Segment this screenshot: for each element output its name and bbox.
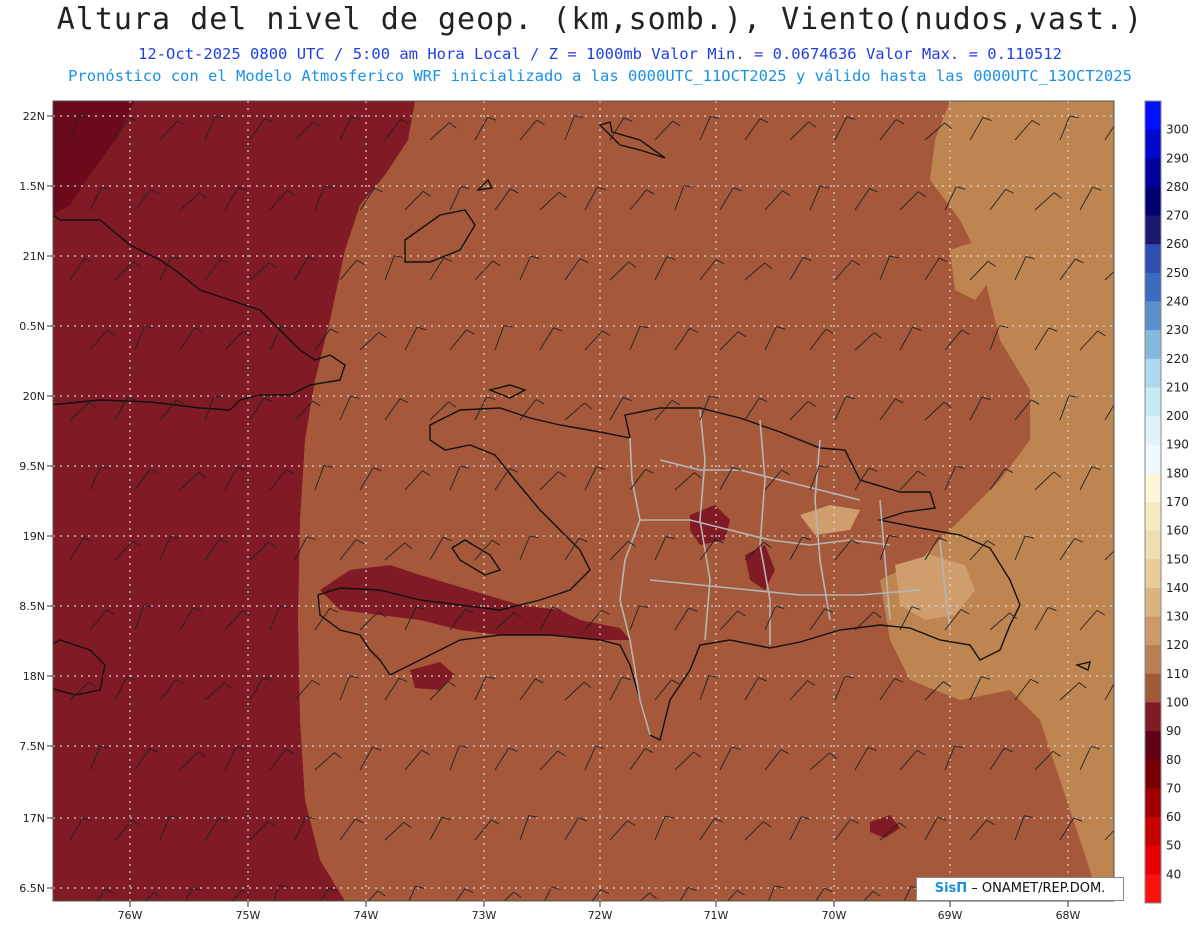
map-title: Altura del nivel de geop. (km,somb.), Vi… xyxy=(56,2,1144,37)
lon-label: 72W xyxy=(588,909,613,922)
colorbar-swatch xyxy=(1145,530,1161,560)
colorbar-swatch xyxy=(1145,788,1161,818)
lat-label: 8.5N xyxy=(19,600,45,613)
colorbar-swatch xyxy=(1145,387,1161,417)
lon-label: 76W xyxy=(118,909,143,922)
lat-label: 19N xyxy=(23,530,45,543)
colorbar-swatch xyxy=(1145,444,1161,474)
colorbar-swatch xyxy=(1145,845,1161,875)
colorbar-swatch xyxy=(1145,874,1161,904)
lat-label: 6.5N xyxy=(19,882,45,895)
colorbar-swatch xyxy=(1145,673,1161,703)
colorbar-label: 90 xyxy=(1166,724,1181,738)
latitude-labels: 22N 1.5N 21N 0.5N 20N 9.5N 19N 8.5N 18N 7.5N 17N 6.… xyxy=(19,110,53,895)
colorbar-label: 240 xyxy=(1166,295,1189,309)
colorbar-label: 270 xyxy=(1166,209,1189,223)
colorbar-swatch xyxy=(1145,186,1161,217)
colorbar-label: 120 xyxy=(1166,638,1189,652)
lon-label: 70W xyxy=(822,909,847,922)
colorbar-label: 40 xyxy=(1166,867,1181,881)
lon-label: 73W xyxy=(472,909,497,922)
colorbar-label: 70 xyxy=(1166,781,1181,795)
colorbar-label: 260 xyxy=(1166,237,1189,251)
lat-label: 17N xyxy=(23,812,45,825)
colorbar-label: 140 xyxy=(1166,581,1189,595)
colorbar-label: 290 xyxy=(1166,151,1189,165)
colorbar-swatch xyxy=(1145,616,1161,646)
colorbar-swatch xyxy=(1145,416,1161,446)
colorbar-swatch xyxy=(1145,473,1161,503)
colorbar-swatch xyxy=(1145,215,1161,245)
colorbar-label: 180 xyxy=(1166,466,1189,480)
colorbar-swatch xyxy=(1145,272,1161,302)
credit-brand: SisΠ xyxy=(934,881,968,896)
colorbar-label: 250 xyxy=(1166,266,1189,280)
subtitle-valid-time: 12-Oct-2025 0800 UTC / 5:00 am Hora Loca… xyxy=(138,45,1062,63)
colorbar-swatch xyxy=(1145,759,1161,789)
colorbar-label: 300 xyxy=(1166,123,1189,137)
lat-label: 1.5N xyxy=(19,180,45,193)
colorbar-swatch xyxy=(1145,587,1161,618)
colorbar-label: 210 xyxy=(1166,380,1189,394)
colorbar-swatch xyxy=(1145,559,1161,589)
wind-barb xyxy=(1125,326,1144,350)
colorbar-swatch xyxy=(1145,101,1161,131)
colorbar-label: 100 xyxy=(1166,696,1189,710)
lat-label: 22N xyxy=(23,110,45,123)
lon-label: 71W xyxy=(704,909,729,922)
colorbar-swatch xyxy=(1145,702,1161,732)
colorbar-swatch xyxy=(1145,817,1161,847)
colorbar-label: 130 xyxy=(1166,610,1189,624)
lat-label: 18N xyxy=(23,670,45,683)
lat-label: 0.5N xyxy=(19,320,45,333)
credit-box: SisΠ – ONAMET/REP.DOM. xyxy=(916,877,1124,901)
colorbar-label: 110 xyxy=(1166,667,1189,681)
colorbar-label: 220 xyxy=(1166,352,1189,366)
lon-label: 74W xyxy=(354,909,379,922)
colorbar: 300 290 280 270 260 250 240 230 220 210 200 190 180 1… xyxy=(1144,100,1189,904)
colorbar-label: 200 xyxy=(1166,409,1189,423)
lon-label: 69W xyxy=(938,909,963,922)
lat-label: 20N xyxy=(23,390,45,403)
wind-barb xyxy=(1125,606,1144,630)
colorbar-swatch xyxy=(1145,330,1161,360)
colorbar-swatch xyxy=(1145,244,1161,274)
colorbar-swatch xyxy=(1145,731,1161,761)
colorbar-label: 60 xyxy=(1166,810,1181,824)
colorbar-label: 50 xyxy=(1166,839,1181,853)
subtitle-model-info: Pronóstico con el Modelo Atmosferico WRF… xyxy=(68,67,1132,85)
colorbar-swatch xyxy=(1145,358,1161,388)
colorbar-label: 160 xyxy=(1166,524,1189,538)
lon-label: 75W xyxy=(236,909,261,922)
colorbar-label: 80 xyxy=(1166,753,1181,767)
colorbar-swatch xyxy=(1145,645,1161,675)
lat-label: 7.5N xyxy=(19,740,45,753)
geopotential-map: 22N 1.5N 21N 0.5N 20N 9.5N 19N 8.5N 18N 7.5N 17N 6.… xyxy=(19,100,1189,922)
colorbar-label: 230 xyxy=(1166,323,1189,337)
plot-area xyxy=(53,101,1114,901)
wind-barb xyxy=(1125,886,1143,910)
colorbar-swatch xyxy=(1145,502,1161,532)
colorbar-swatch xyxy=(1145,158,1161,188)
colorbar-label: 170 xyxy=(1166,495,1189,509)
lat-label: 21N xyxy=(23,250,45,263)
colorbar-label: 280 xyxy=(1166,180,1189,194)
colorbar-label: 150 xyxy=(1166,552,1189,566)
credit-org: – ONAMET/REP.DOM. xyxy=(967,881,1106,896)
colorbar-label: 190 xyxy=(1166,438,1189,452)
colorbar-swatch xyxy=(1145,129,1161,159)
lat-label: 9.5N xyxy=(19,460,45,473)
longitude-labels: 76W 75W 74W 73W 72W 71W 70W 69W 68W xyxy=(118,901,1081,922)
lon-label: 68W xyxy=(1056,909,1081,922)
colorbar-swatch xyxy=(1145,301,1161,331)
